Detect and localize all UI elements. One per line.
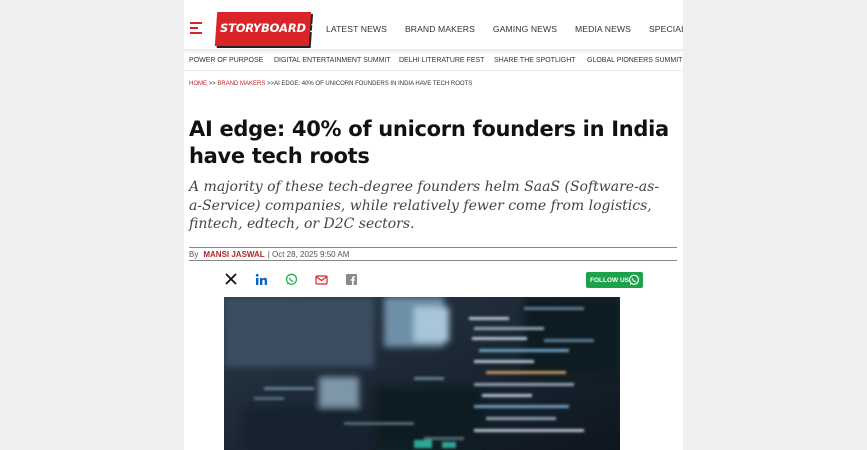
subnav-item-digital-entertainment-summit[interactable]: DIGITAL ENTERTAINMENT SUMMIT xyxy=(274,57,391,64)
breadcrumb: HOME >> BRAND MAKERS >>AI EDGE: 40% OF U… xyxy=(189,81,472,87)
article-headline: AI edge: 40% of unicorn founders in Indi… xyxy=(189,117,669,168)
nav-item-special-coverage[interactable]: SPECIAL COVERAGE xyxy=(649,24,683,34)
byline-label: By xyxy=(189,249,199,259)
site-header: STORYBOARD 18 LATEST NEWS BRAND MAKERS G… xyxy=(184,0,683,50)
article-subheadline: A majority of these tech-degree founders… xyxy=(189,179,660,232)
author-link[interactable]: MANSI JASWAL xyxy=(203,250,264,259)
follow-us-button[interactable]: FOLLOW US xyxy=(586,272,643,288)
facebook-icon[interactable] xyxy=(344,272,358,286)
linkedin-icon[interactable] xyxy=(254,272,268,286)
whatsapp-icon xyxy=(628,274,640,285)
byline: By MANSI JASWAL | Oct 28, 2025 9:50 AM xyxy=(189,247,677,261)
nav-item-media-news[interactable]: MEDIA NEWS xyxy=(575,24,631,34)
subnav-item-power-of-purpose[interactable]: POWER OF PURPOSE xyxy=(189,57,263,64)
x-icon[interactable] xyxy=(224,272,238,286)
site-logo[interactable]: STORYBOARD 18 xyxy=(214,12,326,46)
follow-us-label: FOLLOW US xyxy=(590,276,629,284)
email-icon[interactable] xyxy=(314,272,328,286)
breadcrumb-current: AI EDGE: 40% OF UNICORN FOUNDERS IN INDI… xyxy=(274,81,473,87)
publish-date: | Oct 28, 2025 9:50 AM xyxy=(267,249,350,259)
code-screen-image xyxy=(224,297,620,450)
subnav-item-share-the-spotlight[interactable]: SHARE THE SPOTLIGHT xyxy=(494,57,576,64)
logo-text: STORYBOARD 18 xyxy=(220,21,326,35)
nav-item-gaming-news[interactable]: GAMING NEWS xyxy=(493,24,557,34)
subnav-item-delhi-literature-fest[interactable]: DELHI LITERATURE FEST xyxy=(399,57,484,64)
page: STORYBOARD 18 LATEST NEWS BRAND MAKERS G… xyxy=(184,0,683,450)
subnav-item-global-pioneers-summit[interactable]: GLOBAL PIONEERS SUMMIT xyxy=(587,57,682,64)
whatsapp-icon[interactable] xyxy=(284,272,298,286)
main-nav: LATEST NEWS BRAND MAKERS GAMING NEWS MED… xyxy=(326,24,683,34)
breadcrumb-home[interactable]: HOME xyxy=(189,81,207,87)
article-hero-image xyxy=(224,297,620,450)
nav-item-brand-makers[interactable]: BRAND MAKERS xyxy=(405,24,475,34)
secondary-nav: POWER OF PURPOSE DIGITAL ENTERTAINMENT S… xyxy=(184,53,683,71)
menu-icon[interactable] xyxy=(190,22,202,34)
breadcrumb-separator: >> xyxy=(208,81,216,87)
breadcrumb-separator: >> xyxy=(267,81,275,87)
breadcrumb-section[interactable]: BRAND MAKERS xyxy=(217,81,265,87)
nav-item-latest-news[interactable]: LATEST NEWS xyxy=(326,24,387,34)
share-bar xyxy=(224,272,374,286)
